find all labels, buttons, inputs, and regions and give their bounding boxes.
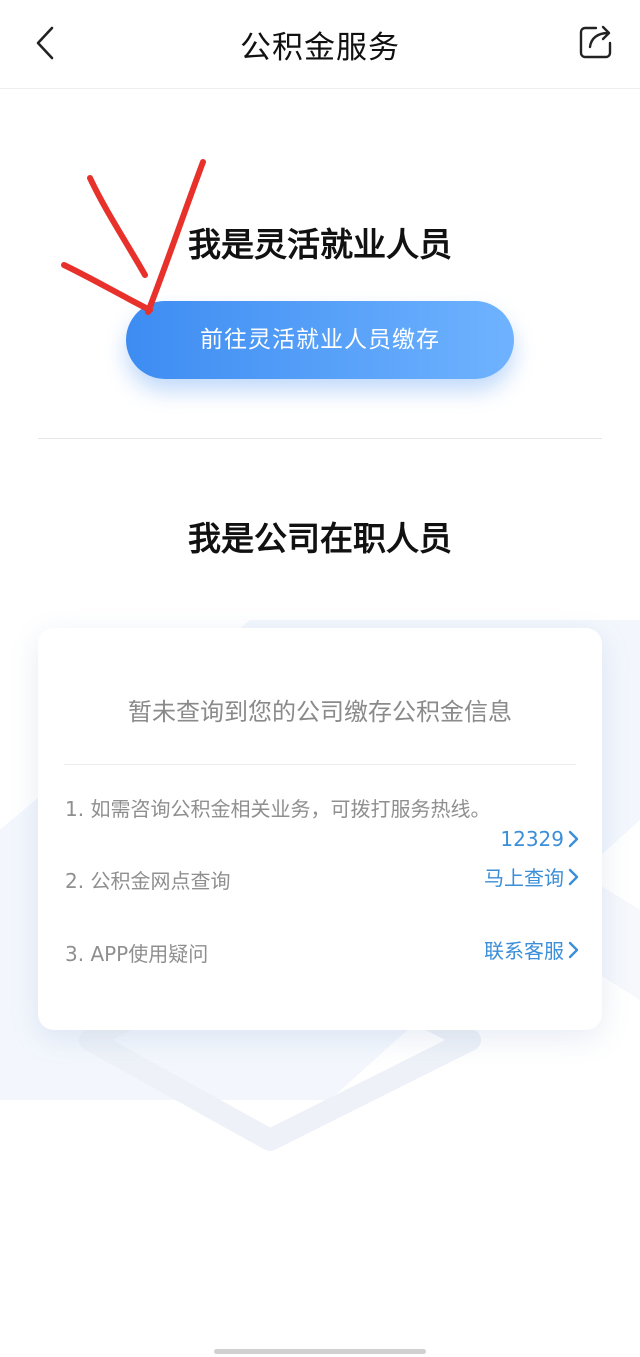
chevron-right-icon bbox=[568, 868, 579, 885]
app-help-item-text: 3. APP使用疑问 bbox=[65, 942, 209, 966]
contact-support-link-label: 联系客服 bbox=[484, 939, 564, 963]
no-record-message: 暂未查询到您的公司缴存公积金信息 bbox=[128, 698, 512, 726]
hotline-link[interactable]: 12329 bbox=[500, 827, 580, 851]
company-employee-title: 我是公司在职人员 bbox=[188, 519, 452, 558]
query-now-link-label: 马上查询 bbox=[484, 866, 564, 890]
query-now-link[interactable]: 马上查询 bbox=[484, 862, 580, 891]
info-card: 暂未查询到您的公司缴存公积金信息 1. 如需咨询公积金相关业务，可拨打服务热线。… bbox=[38, 628, 602, 1030]
branch-query-item-text: 2. 公积金网点查询 bbox=[65, 869, 231, 893]
hotline-item-text: 1. 如需咨询公积金相关业务，可拨打服务热线。 bbox=[65, 797, 491, 821]
page: 公积金服务 我是灵活就业人员 前往灵活就业人员缴存 我是公司在职人员 暂未查询到… bbox=[0, 0, 640, 1357]
card-divider bbox=[64, 764, 576, 765]
red-checkmark-annotation bbox=[61, 159, 206, 315]
contact-support-link[interactable]: 联系客服 bbox=[484, 935, 580, 964]
share-icon[interactable] bbox=[576, 22, 616, 62]
hotline-link-label: 12329 bbox=[500, 827, 564, 851]
home-indicator[interactable] bbox=[214, 1349, 426, 1354]
chevron-right-icon bbox=[568, 941, 579, 958]
chevron-right-icon bbox=[568, 830, 579, 848]
header-bar: 公积金服务 bbox=[0, 0, 640, 89]
page-title: 公积金服务 bbox=[240, 30, 400, 66]
section-divider bbox=[38, 438, 602, 439]
